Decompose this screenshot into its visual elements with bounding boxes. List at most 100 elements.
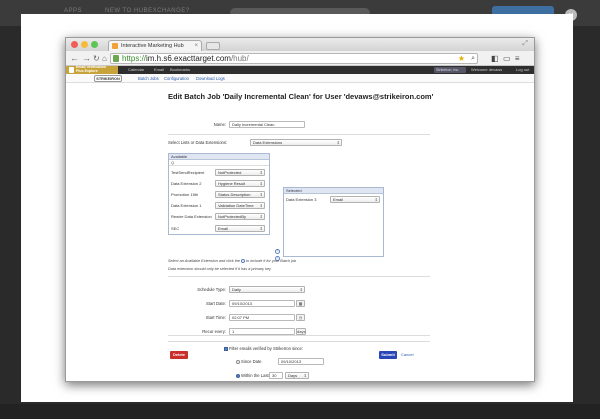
list-item[interactable]: SEC Email ⇕ <box>171 224 267 233</box>
within-last-radio[interactable] <box>236 373 240 378</box>
list-item[interactable]: Rewire Data Extension NotProtectedBy ⇕ <box>171 212 267 221</box>
since-date-label: Since Date <box>241 359 262 364</box>
divider <box>168 341 430 342</box>
list-item-field-select[interactable]: Validation DateTime ⇕ <box>215 202 265 209</box>
app-brand[interactable]: Email Verification Plus Explore <box>66 65 118 74</box>
list-item-field-value: Validation DateTime <box>218 203 254 208</box>
extension-icon[interactable]: ◧ <box>491 54 499 63</box>
url-host: im.h.s6.exacttarget.com <box>146 54 231 63</box>
schedule-type-label: Schedule Type: <box>197 287 226 292</box>
list-item-name: Data Extension 3 <box>286 197 317 202</box>
clock-icon[interactable]: ◷ <box>296 314 305 321</box>
filter-label: Filter emails verified by StrikeIron sin… <box>229 346 304 351</box>
divider <box>168 134 430 135</box>
name-label: Name: <box>213 122 226 127</box>
name-input[interactable]: Daily Incremental Clean <box>229 121 305 128</box>
submit-button[interactable]: Submit <box>379 351 397 359</box>
list-item-name: SEC <box>171 226 180 231</box>
bookmark-star-icon[interactable]: ★ <box>458 54 465 63</box>
logout-link[interactable]: Log out <box>516 66 529 74</box>
search-icon: Q <box>171 160 175 165</box>
browser-toolbar: ← → ↻ ⌂ https://im.h.s6.exacttarget.com/… <box>66 51 534 66</box>
within-last-label: Within the Last <box>241 373 269 378</box>
list-item-field-select[interactable]: NotProtectedBy ⇕ <box>215 213 265 220</box>
list-item-field-select[interactable]: Email ⇕ <box>215 225 265 232</box>
window-zoom-icon[interactable] <box>91 41 98 48</box>
schedule-type-select[interactable]: Daily ⇕ <box>229 286 305 293</box>
fullscreen-icon[interactable]: ⤢ <box>522 40 528 48</box>
recur-label: Recur every: <box>202 329 226 334</box>
new-tab-button[interactable] <box>206 42 220 50</box>
filter-checkbox-row[interactable]: Filter emails verified by StrikeIron sin… <box>224 345 303 352</box>
reload-icon[interactable]: ↻ <box>93 53 100 64</box>
chevron-updown-icon: ⇕ <box>259 203 263 208</box>
delete-button[interactable]: Delete <box>170 351 188 359</box>
divider <box>168 335 430 336</box>
nav-download-logs[interactable]: Download Logs <box>196 74 225 83</box>
chevron-updown-icon: ⇕ <box>374 197 378 202</box>
divider <box>168 276 430 277</box>
nav-configuration[interactable]: Configuration <box>164 74 189 83</box>
welcome-text: Welcome devaws <box>471 67 503 72</box>
list-item[interactable]: TestSendRecipient NotProtected ⇕ <box>171 168 267 177</box>
list-item-field-value: NotProtected <box>218 170 242 175</box>
list-item[interactable]: Promotion 15th Status Description ⇕ <box>171 190 267 199</box>
browser-tab[interactable]: Interactive Marketing Hub × <box>108 40 202 51</box>
available-search-input[interactable]: Q <box>169 160 269 166</box>
primary-key-note: Data extension should only be selected i… <box>168 267 271 271</box>
within-unit-value: Days <box>288 373 298 378</box>
start-time-label: Start Time: <box>205 315 226 320</box>
list-item-field-value: Email <box>333 197 344 202</box>
select-lists-dropdown[interactable]: Data Extensions ⇕ <box>250 139 342 146</box>
since-date-input[interactable]: 09/10/2013 <box>278 358 324 365</box>
address-bar[interactable]: https://im.h.s6.exacttarget.com/hub/ ★ ⌕ <box>110 53 478 64</box>
list-item[interactable]: Data Extension 3 Email ⇕ <box>286 195 381 204</box>
since-date-option[interactable]: Since Date <box>236 358 261 365</box>
chevron-updown-icon: ⇕ <box>259 170 263 175</box>
nav-batch-jobs[interactable]: Batch Jobs <box>138 74 159 83</box>
list-item-field-select[interactable]: Status Description ⇕ <box>215 191 265 198</box>
list-item-field-select[interactable]: NotProtected ⇕ <box>215 169 265 176</box>
select-lists-label: Select Lists or Data Extensions: <box>168 140 228 145</box>
url-scheme: https:// <box>122 54 147 63</box>
within-last-option[interactable]: Within the Last <box>236 372 269 379</box>
window-close-icon[interactable] <box>71 41 78 48</box>
within-unit-select[interactable]: Days ⇕ <box>285 372 309 379</box>
start-date-input[interactable]: 09/10/2013 <box>229 300 295 307</box>
recur-input[interactable]: 1 <box>229 328 295 335</box>
home-icon[interactable]: ⌂ <box>102 53 107 64</box>
list-item[interactable]: Data Extension 2 Hygiene Result ⇕ <box>171 179 267 188</box>
cancel-link[interactable]: Cancel <box>401 351 413 359</box>
move-right-icon[interactable]: › <box>275 249 280 254</box>
calendar-icon[interactable]: ▦ <box>296 300 305 307</box>
forward-arrow-icon[interactable]: → <box>82 53 91 64</box>
app-link-calendar[interactable]: Calendar <box>128 66 144 74</box>
chevron-updown-icon: ⇕ <box>299 287 303 292</box>
search-icon[interactable]: ⌕ <box>471 54 475 63</box>
menu-icon[interactable]: ≡ <box>515 54 520 63</box>
window-icon[interactable]: ▭ <box>503 54 511 63</box>
app-brand-icon <box>69 67 74 73</box>
list-item-field-value: Status Description <box>218 192 251 197</box>
account-dropdown[interactable]: StrikeIron, Inc. <box>434 67 466 73</box>
back-arrow-icon[interactable]: ← <box>70 53 79 64</box>
list-item-field-value: Hygiene Result <box>218 181 246 186</box>
sub-navigation: STRIKEIRON Batch Jobs Configuration Down… <box>66 74 534 83</box>
chevron-updown-icon: ⇕ <box>259 192 263 197</box>
within-last-input[interactable]: 30 <box>269 372 283 379</box>
list-item-field-select[interactable]: Email ⇕ <box>330 196 380 203</box>
window-minimize-icon[interactable] <box>81 41 88 48</box>
tab-close-icon[interactable]: × <box>194 41 198 51</box>
list-item[interactable]: Data Extension 1 Validation DateTime ⇕ <box>171 201 267 210</box>
list-item-field-select[interactable]: Hygiene Result ⇕ <box>215 180 265 187</box>
chevron-updown-icon: ⇕ <box>259 226 263 231</box>
filter-checkbox[interactable] <box>224 346 228 351</box>
chevron-updown-icon: ⇕ <box>259 181 263 186</box>
app-link-bookmarks[interactable]: Bookmarks <box>170 66 190 74</box>
instruction-note-start: Select an Available Extension and click … <box>168 259 240 263</box>
app-link-email[interactable]: Email <box>154 66 164 74</box>
since-date-radio[interactable] <box>236 359 240 364</box>
instruction-note-end: to include it for your Batch job <box>246 259 297 263</box>
start-time-input[interactable]: 02:07 PM <box>229 314 295 321</box>
toolbar-extensions: ◧ ▭ ≡ <box>488 54 530 63</box>
